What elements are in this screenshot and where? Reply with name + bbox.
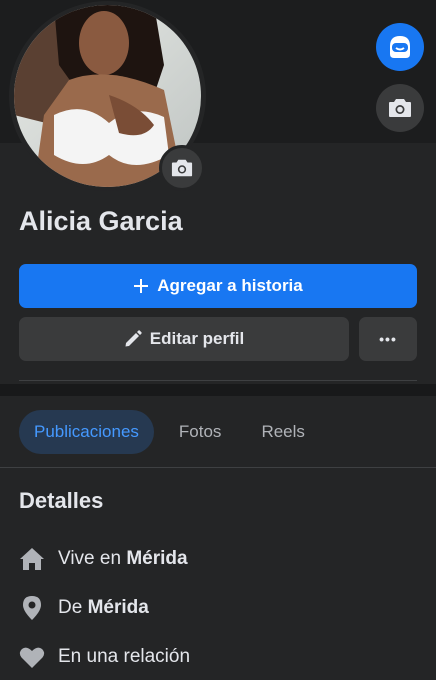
more-dots-icon: •••	[379, 331, 397, 347]
avatar-creator-button[interactable]	[376, 23, 424, 71]
detail-from-prefix: De	[58, 597, 88, 618]
edit-profile-button[interactable]: Editar perfil	[19, 317, 349, 361]
divider	[0, 467, 436, 468]
profile-name: Alicia Garcia	[19, 206, 183, 236]
tab-publicaciones[interactable]: Publicaciones	[19, 410, 154, 454]
pencil-icon	[125, 330, 142, 347]
detail-from: De Mérida	[19, 593, 149, 623]
home-icon	[19, 546, 45, 572]
detail-relationship-label: En una relación	[58, 646, 191, 667]
details-title: Detalles	[19, 488, 104, 513]
detail-lives-in-value[interactable]: Mérida	[126, 548, 187, 570]
divider	[19, 380, 417, 381]
cover-camera-button[interactable]	[376, 84, 424, 132]
camera-icon	[171, 159, 193, 177]
avatar-camera-button[interactable]	[159, 145, 205, 191]
more-options-button[interactable]: •••	[359, 317, 417, 361]
edit-profile-label: Editar perfil	[149, 329, 245, 348]
profile-tabs: Publicaciones Fotos Reels	[19, 410, 320, 454]
detail-from-value[interactable]: Mérida	[88, 597, 149, 619]
location-pin-icon	[19, 595, 45, 621]
heart-icon	[19, 644, 45, 670]
plus-icon	[134, 279, 149, 293]
detail-lives-in-prefix: Vive en	[58, 548, 127, 569]
add-story-button[interactable]: Agregar a historia	[19, 264, 417, 308]
tab-reels[interactable]: Reels	[246, 410, 319, 454]
detail-lives-in: Vive en Mérida	[19, 544, 188, 574]
camera-icon	[389, 99, 411, 117]
detail-relationship: En una relación	[19, 642, 190, 672]
add-story-label: Agregar a historia	[157, 276, 303, 295]
tab-fotos[interactable]: Fotos	[164, 410, 237, 454]
section-separator	[0, 384, 436, 396]
avatar-face-icon	[390, 36, 410, 58]
